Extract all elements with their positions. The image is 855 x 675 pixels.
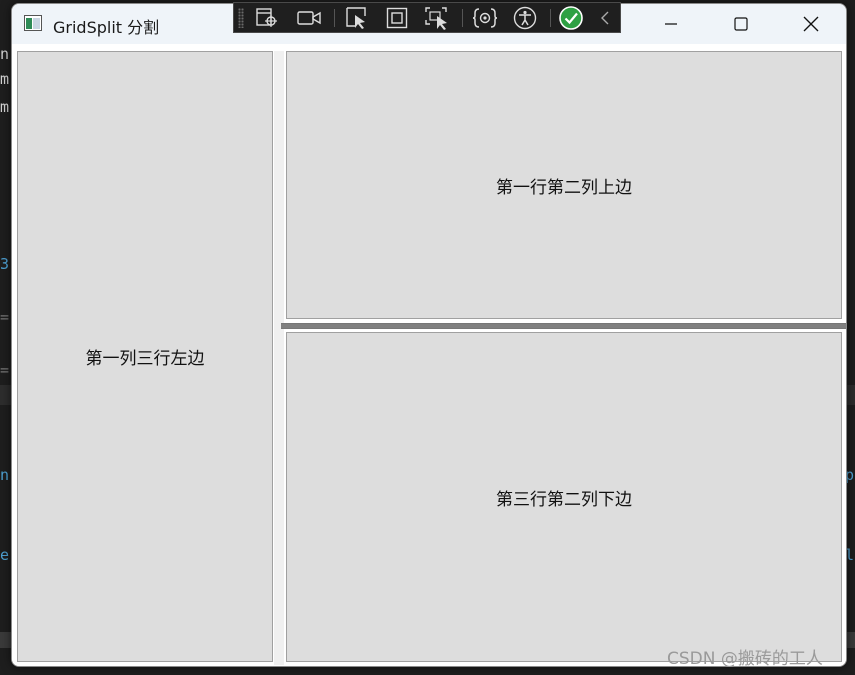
track-focus-icon <box>425 6 447 30</box>
accessibility-button[interactable] <box>508 4 542 31</box>
record-button[interactable] <box>292 4 326 31</box>
vertical-grid-splitter[interactable] <box>274 51 284 665</box>
minimize-icon <box>665 23 677 25</box>
left-cell-label: 第一列三行左边 <box>85 349 205 369</box>
collapse-toolbar-icon <box>601 11 609 24</box>
select-pointer-icon <box>346 6 366 29</box>
record-video-icon <box>297 10 321 25</box>
grid-client-area: 第一列三行左边 第一行第二列上边 第三行第二列下边 <box>12 44 846 666</box>
bg-code-char: n <box>0 45 10 63</box>
horizontal-grid-splitter[interactable] <box>281 323 846 329</box>
watermark: CSDN @搬砖的工人 <box>667 649 823 669</box>
bg-code-char: = <box>0 361 10 379</box>
close-icon <box>803 16 819 32</box>
toolbar-separator <box>462 9 463 27</box>
bg-code-char: e <box>0 546 10 564</box>
debug-toolbar <box>233 2 621 33</box>
checkmark-ok-icon <box>559 5 583 30</box>
left-cell: 第一列三行左边 <box>17 51 273 662</box>
window-app-icon <box>24 15 42 31</box>
app-window: GridSplit 分割 第一列三行左边 第一行第二列上边 第三行第二列下边 <box>11 3 847 667</box>
binding-failures-button[interactable] <box>468 4 502 31</box>
select-element-button[interactable] <box>250 4 284 31</box>
top-right-cell: 第一行第二列上边 <box>286 51 842 319</box>
toolbar-separator <box>550 9 551 27</box>
toolbar-separator <box>334 9 335 27</box>
select-pointer-button[interactable] <box>340 4 374 31</box>
bottom-right-cell: 第三行第二列下边 <box>286 332 842 662</box>
ok-status-button[interactable] <box>554 4 588 31</box>
maximize-icon <box>734 17 748 31</box>
bottom-right-cell-label: 第三行第二列下边 <box>496 489 632 510</box>
bg-code-char: m <box>0 70 10 88</box>
display-layout-adorner-button[interactable] <box>380 4 414 31</box>
close-button[interactable] <box>776 4 846 44</box>
collapse-toolbar-button[interactable] <box>590 4 620 31</box>
top-right-cell-label: 第一行第二列上边 <box>496 177 632 198</box>
binding-failures-icon <box>472 7 498 28</box>
select-element-icon <box>256 7 277 27</box>
bg-code-char: m <box>0 98 10 116</box>
window-title: GridSplit 分割 <box>53 18 160 37</box>
track-focus-button[interactable] <box>420 4 454 31</box>
bg-code-char: = <box>0 308 10 326</box>
minimize-button[interactable] <box>636 4 706 44</box>
bg-code-char: n <box>0 466 10 484</box>
display-layout-adorners-icon <box>386 7 408 28</box>
toolbar-grip[interactable] <box>238 8 244 28</box>
accessibility-icon <box>513 6 537 29</box>
bg-code-char: 3 <box>0 255 10 273</box>
maximize-button[interactable] <box>706 4 776 44</box>
